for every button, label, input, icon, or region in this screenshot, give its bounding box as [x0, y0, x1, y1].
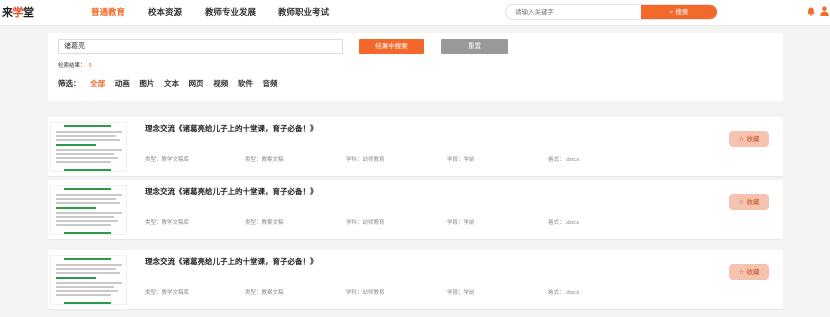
filter-bar: 筛选： 全部 动画 图片 文本 网页 视频 软件 音频	[58, 78, 285, 89]
result-card[interactable]: 理念交流《诸葛亮给儿子上的十堂课，育子必备！》 类型：教学文稿库 类型：教案文稿…	[48, 180, 783, 240]
result-title[interactable]: 理念交流《诸葛亮给儿子上的十堂课，育子必备！》	[145, 256, 318, 267]
nav-teacher-development[interactable]: 教师专业发展	[205, 6, 256, 18]
nav-school-resources[interactable]: 校本资源	[148, 6, 182, 18]
search-within-button[interactable]: 结果中搜索	[359, 39, 424, 54]
result-stage: 学段：学前	[447, 157, 475, 163]
result-subject: 学科：幼师教育	[346, 157, 385, 163]
search-panel: 诸葛亮 结果中搜索 重置 检索结果： 5 筛选： 全部 动画 图片 文本 网页 视…	[48, 33, 783, 101]
result-stage: 学段：学前	[447, 220, 475, 226]
header-search: ⌕ 搜索	[505, 4, 718, 20]
keyword-input[interactable]: 诸葛亮	[58, 39, 343, 54]
nav-teacher-exam[interactable]: 教师职业考试	[278, 6, 329, 18]
result-count: 检索结果： 5	[58, 63, 93, 69]
result-type: 类型：教学文稿库	[145, 290, 190, 296]
filter-audio[interactable]: 音频	[263, 79, 278, 88]
document-thumbnail[interactable]	[50, 185, 127, 235]
result-title[interactable]: 理念交流《诸葛亮给儿子上的十堂课，育子必备！》	[145, 123, 318, 134]
result-type: 类型：教学文稿库	[145, 157, 190, 163]
header-search-input[interactable]	[506, 5, 644, 19]
user-icon[interactable]	[820, 6, 829, 16]
favorite-button[interactable]: ☆ 收藏	[729, 194, 769, 210]
header-search-button[interactable]: ⌕ 搜索	[641, 5, 717, 19]
result-title[interactable]: 理念交流《诸葛亮给儿子上的十堂课，育子必备！》	[145, 186, 318, 197]
result-card[interactable]: 理念交流《诸葛亮给儿子上的十堂课，育子必备！》 类型：教学文稿库 类型：教案文稿…	[48, 117, 783, 177]
filter-software[interactable]: 软件	[238, 79, 253, 88]
site-logo[interactable]: 来学堂	[2, 4, 34, 20]
top-bar: 来学堂 普通教育 校本资源 教师专业发展 教师职业考试 ⌕ 搜索	[0, 0, 830, 26]
filter-label: 筛选：	[58, 79, 81, 88]
document-thumbnail[interactable]	[50, 255, 127, 305]
result-type: 类型：教学文稿库	[145, 220, 190, 226]
nav-general-education[interactable]: 普通教育	[91, 6, 125, 18]
result-category: 类型：教案文稿	[245, 220, 284, 226]
filter-webpage[interactable]: 网页	[189, 79, 204, 88]
result-category: 类型：教案文稿	[245, 290, 284, 296]
filter-all[interactable]: 全部	[90, 79, 105, 88]
result-stage: 学段：学前	[447, 290, 475, 296]
result-format: 格式：.docx	[548, 157, 580, 163]
result-subject: 学科：幼师教育	[346, 220, 385, 226]
filter-text[interactable]: 文本	[164, 79, 179, 88]
document-thumbnail[interactable]	[50, 122, 127, 172]
filter-image[interactable]: 图片	[139, 79, 154, 88]
result-format: 格式：.docx	[548, 220, 580, 226]
filter-animation[interactable]: 动画	[115, 79, 130, 88]
reset-button[interactable]: 重置	[441, 39, 508, 54]
favorite-button[interactable]: ☆ 收藏	[729, 264, 769, 280]
result-format: 格式：.docx	[548, 290, 580, 296]
bell-icon[interactable]	[807, 7, 815, 16]
result-subject: 学科：幼师教育	[346, 290, 385, 296]
result-category: 类型：教案文稿	[245, 157, 284, 163]
favorite-button[interactable]: ☆ 收藏	[729, 131, 769, 147]
result-card[interactable]: 理念交流《诸葛亮给儿子上的十堂课，育子必备！》 类型：教学文稿库 类型：教案文稿…	[48, 250, 783, 310]
filter-video[interactable]: 视频	[213, 79, 228, 88]
